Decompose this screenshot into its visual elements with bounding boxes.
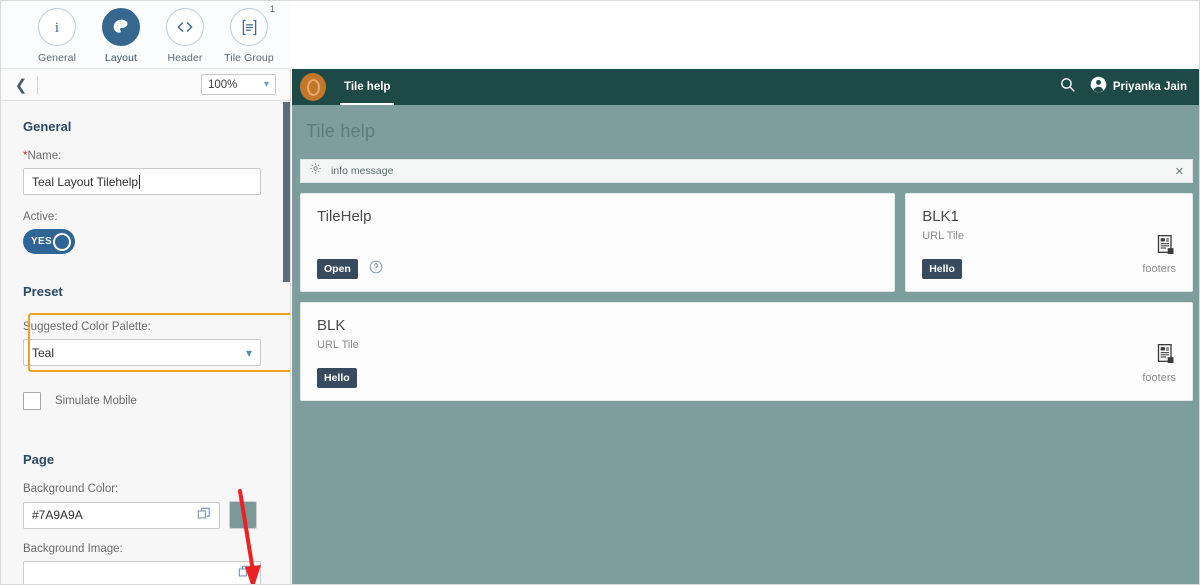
tab-layout[interactable]: Layout <box>89 1 153 73</box>
bg-color-swatch[interactable] <box>229 501 257 529</box>
info-message-text: info message <box>331 165 394 177</box>
name-label-text: Name: <box>27 150 62 162</box>
tab-general-label: General <box>37 52 77 64</box>
tab-general[interactable]: i General <box>25 1 89 64</box>
simulate-mobile-label: Simulate Mobile <box>55 395 137 407</box>
preview-header-actions: Priyanka Jain <box>1059 76 1199 98</box>
tab-tile-group-label: Tile Group <box>224 52 274 64</box>
tile-subtitle: URL Tile <box>922 230 964 242</box>
info-icon: i <box>38 8 76 46</box>
chevron-down-icon: ▾ <box>245 345 252 360</box>
open-button[interactable]: Open <box>317 259 358 279</box>
document-icon <box>1156 343 1176 368</box>
question-circle-icon[interactable] <box>369 260 383 279</box>
gear-icon <box>309 162 322 180</box>
active-toggle-value: YES <box>31 236 52 247</box>
palette-icon <box>102 8 140 46</box>
settings-tab-bar: i General Layout Header 1 Tile Group <box>1 1 291 73</box>
tile-row: BLK URL Tile Hello footers <box>300 302 1193 401</box>
tab-header-label: Header <box>167 52 203 64</box>
active-toggle[interactable]: YES <box>23 229 75 254</box>
document-icon <box>1156 234 1176 259</box>
active-label: Active: <box>23 211 58 223</box>
logo-ring <box>306 78 320 96</box>
name-label: *Name: <box>23 150 268 162</box>
tile-footer-text: footers <box>1142 263 1176 275</box>
tile-blk[interactable]: BLK URL Tile Hello footers <box>300 302 1193 401</box>
name-input[interactable]: Teal Layout Tilehelp <box>23 168 261 195</box>
tab-layout-label: Layout <box>104 52 138 64</box>
tile-title: BLK <box>317 317 346 334</box>
tab-tile-group[interactable]: 1 Tile Group <box>217 1 281 64</box>
tile-footer: Open <box>317 259 878 279</box>
color-palette-select[interactable]: Teal ▾ <box>23 339 261 366</box>
text-caret <box>139 174 141 189</box>
toolbar-divider <box>37 75 38 94</box>
preview-tab-tile-help[interactable]: Tile help <box>340 69 395 105</box>
settings-panel: ❮ 100% ▾ General *Name: Teal Layout Tile… <box>1 69 291 584</box>
bg-image-input[interactable] <box>23 561 261 584</box>
name-input-value: Teal Layout Tilehelp <box>32 174 139 189</box>
panel-toolbar: ❮ 100% ▾ <box>1 69 290 101</box>
chevron-left-icon[interactable]: ❮ <box>11 76 31 94</box>
bg-color-label: Background Color: <box>23 483 119 495</box>
info-message-bar: info message ✕ <box>300 159 1193 183</box>
preview-header-bar: Tile help Priyanka Jain <box>292 69 1199 105</box>
bg-image-label: Background Image: <box>23 543 123 555</box>
tile-grid: TileHelp Open BLK1 URL Tile Hello footer… <box>292 183 1199 401</box>
bg-color-row: #7A9A9A <box>23 501 268 529</box>
tile-footer: Hello footers <box>922 259 1176 279</box>
general-section-title: General <box>23 119 72 134</box>
tile-title: BLK1 <box>922 208 959 225</box>
tile-footer: Hello footers <box>317 368 1176 388</box>
zoom-value: 100% <box>208 78 238 91</box>
tile-footer-text: footers <box>1142 372 1176 384</box>
bg-color-input[interactable]: #7A9A9A <box>23 501 220 529</box>
simulate-mobile-row[interactable]: Simulate Mobile <box>23 392 268 410</box>
preset-section-title: Preset <box>23 284 63 299</box>
toggle-knob <box>53 232 71 251</box>
hello-button[interactable]: Hello <box>922 259 962 279</box>
chevron-down-icon: ▾ <box>263 79 269 90</box>
tile-row: TileHelp Open BLK1 URL Tile Hello footer… <box>300 193 1193 292</box>
topbar-filler <box>291 1 1199 69</box>
tile-title: TileHelp <box>317 208 372 225</box>
value-help-icon[interactable] <box>197 507 211 524</box>
page-section-title: Page <box>23 452 55 467</box>
panel-form: General *Name: Teal Layout Tilehelp Acti… <box>1 101 290 584</box>
preview-tab-underline <box>340 102 395 105</box>
list-box-icon <box>230 8 268 46</box>
svg-text:i: i <box>55 20 59 36</box>
tile-tilehelp[interactable]: TileHelp Open <box>300 193 896 292</box>
preview-tab-label: Tile help <box>344 81 391 93</box>
close-icon[interactable]: ✕ <box>1175 165 1184 178</box>
bg-color-value: #7A9A9A <box>32 508 83 522</box>
tile-blk1[interactable]: BLK1 URL Tile Hello footers <box>905 193 1193 292</box>
preview-pane: Tile help Priyanka Jain Tile help info m… <box>292 69 1199 584</box>
zoom-select[interactable]: 100% ▾ <box>201 74 276 95</box>
palette-label: Suggested Color Palette: <box>23 321 151 333</box>
user-menu[interactable]: Priyanka Jain <box>1090 76 1187 98</box>
code-icon <box>166 8 204 46</box>
preview-page-title: Tile help <box>306 121 376 141</box>
user-name-label: Priyanka Jain <box>1112 81 1187 93</box>
value-help-icon[interactable] <box>238 565 252 584</box>
tile-subtitle: URL Tile <box>317 339 359 351</box>
app-root: i General Layout Header 1 Tile Group ❮ 1… <box>0 0 1200 585</box>
simulate-mobile-checkbox[interactable] <box>23 392 41 410</box>
user-avatar-icon <box>1090 76 1107 98</box>
search-icon[interactable] <box>1059 76 1076 98</box>
circle-logo-icon <box>300 73 326 101</box>
tab-header[interactable]: Header <box>153 1 217 64</box>
hello-button[interactable]: Hello <box>317 368 357 388</box>
color-palette-value: Teal <box>32 345 55 360</box>
tile-group-badge: 1 <box>269 4 275 14</box>
